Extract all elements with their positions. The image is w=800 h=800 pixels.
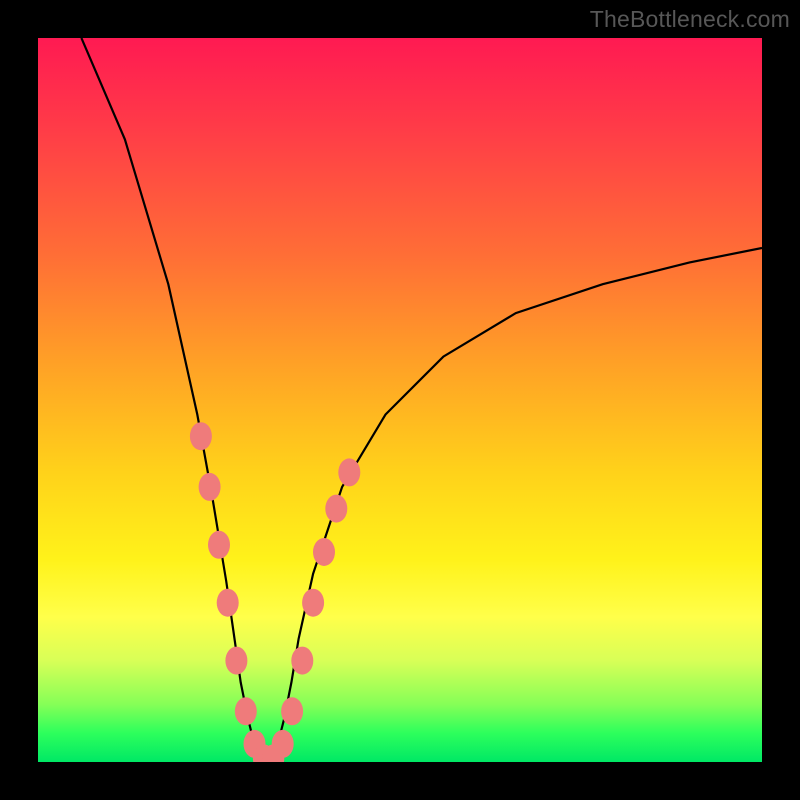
highlight-marker (313, 538, 335, 566)
highlight-markers (190, 422, 360, 762)
chart-frame: TheBottleneck.com (0, 0, 800, 800)
highlight-marker (199, 473, 221, 501)
attribution-text: TheBottleneck.com (590, 6, 790, 33)
highlight-marker (225, 647, 247, 675)
chart-svg (38, 38, 762, 762)
highlight-marker (281, 697, 303, 725)
highlight-marker (190, 422, 212, 450)
highlight-marker (208, 531, 230, 559)
highlight-marker (302, 589, 324, 617)
plot-gradient-area (38, 38, 762, 762)
highlight-marker (291, 647, 313, 675)
highlight-marker (235, 697, 257, 725)
highlight-marker (338, 458, 360, 486)
highlight-marker (272, 730, 294, 758)
highlight-marker (325, 495, 347, 523)
highlight-marker (217, 589, 239, 617)
bottleneck-curve (81, 38, 762, 762)
